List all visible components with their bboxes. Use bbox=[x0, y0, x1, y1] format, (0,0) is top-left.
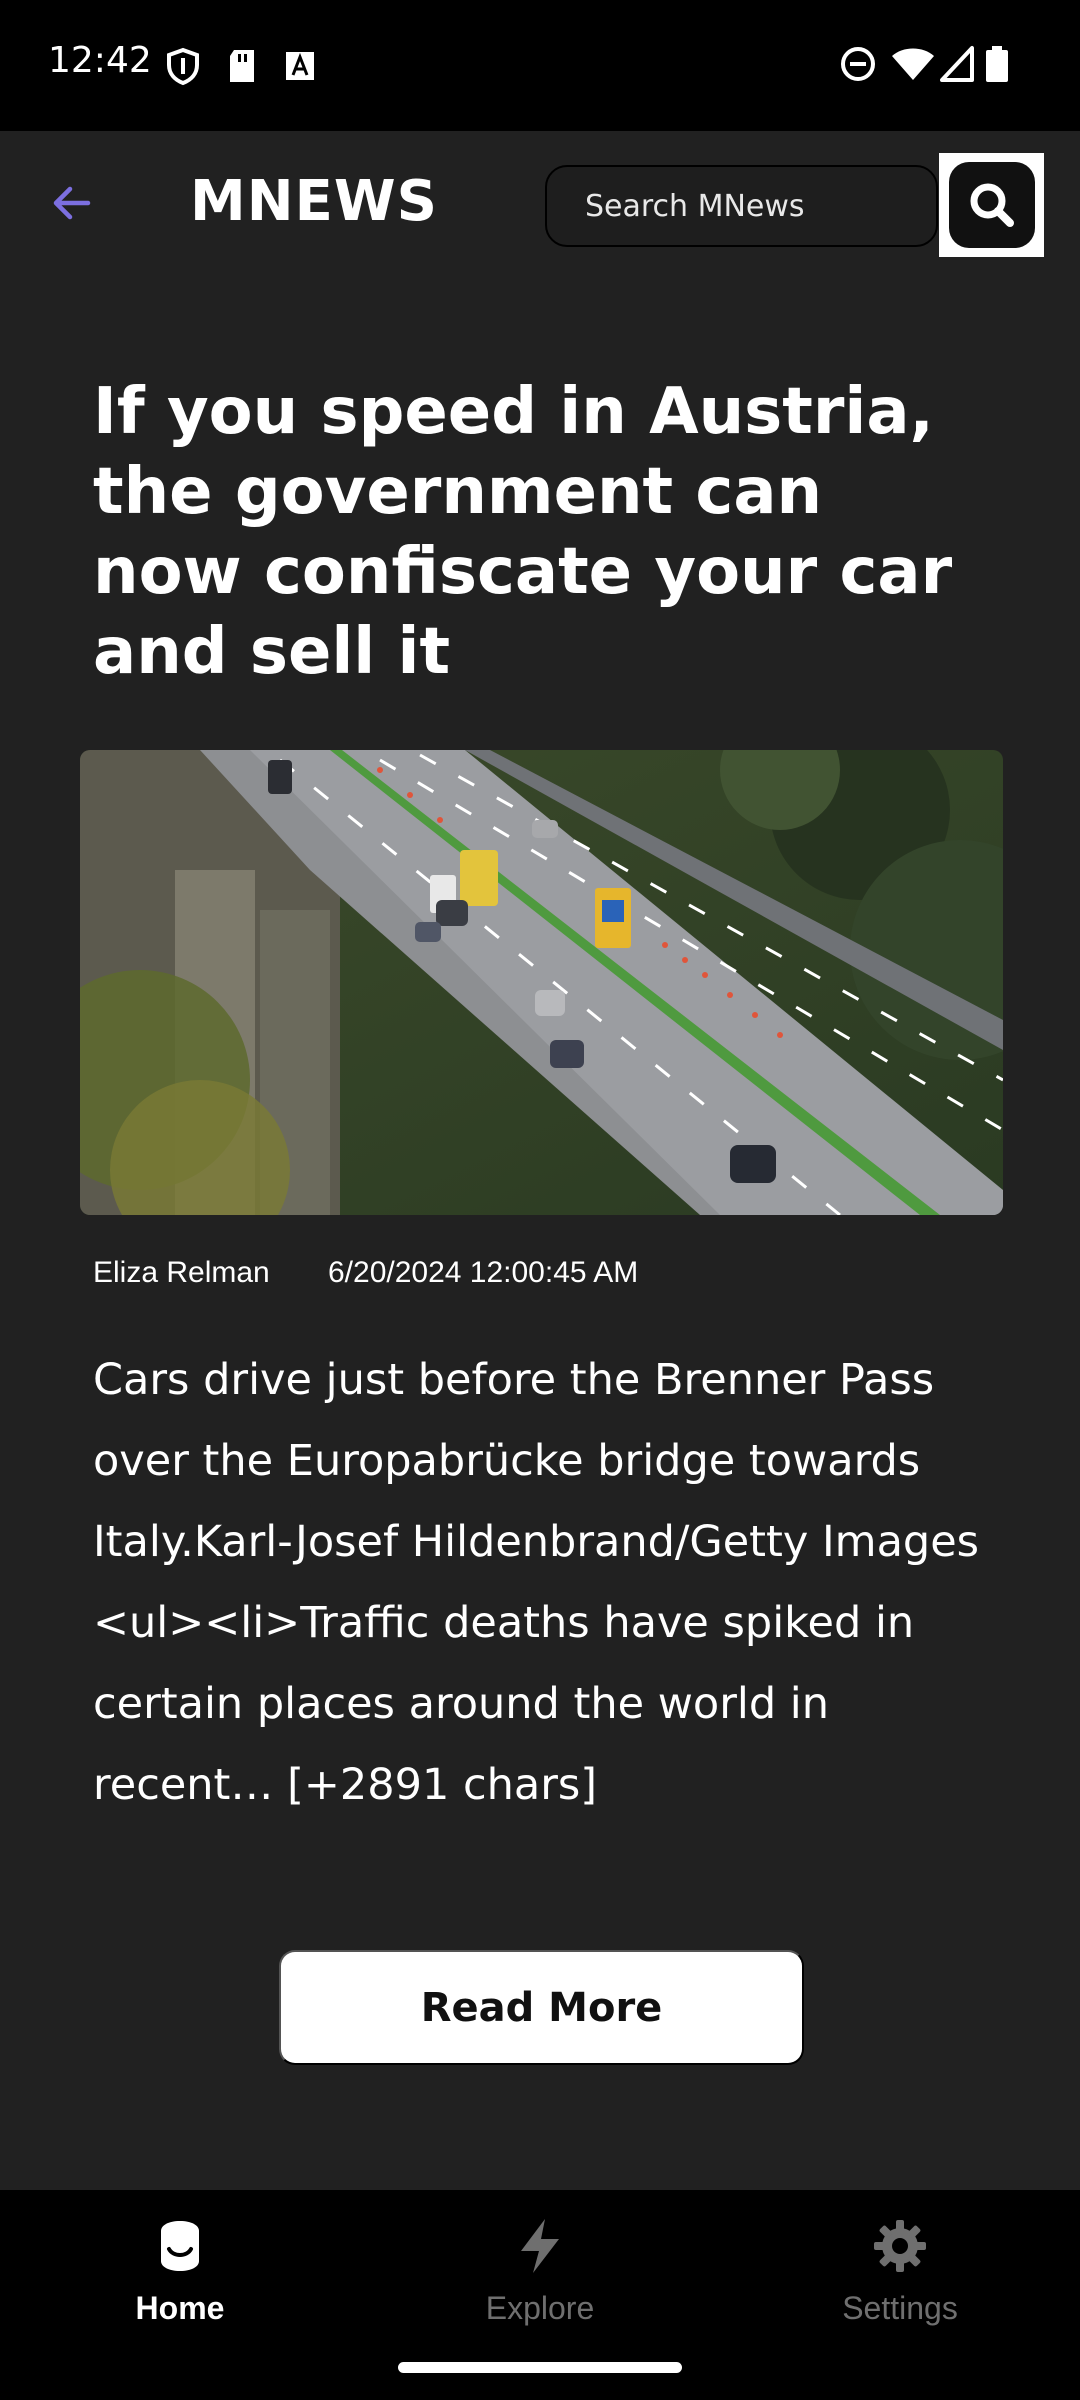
nav-item-home[interactable]: Home bbox=[70, 2210, 290, 2350]
nav-item-explore[interactable]: Explore bbox=[430, 2210, 650, 2350]
article-image bbox=[80, 750, 1003, 1215]
nav-label-home: Home bbox=[135, 2290, 225, 2326]
gear-icon bbox=[870, 2216, 930, 2276]
nav-label-settings: Settings bbox=[842, 2290, 958, 2326]
article-author: Eliza Relman bbox=[93, 1256, 270, 1289]
shield-icon bbox=[167, 47, 199, 86]
article-date: 6/20/2024 12:00:45 AM bbox=[328, 1256, 639, 1289]
home-icon bbox=[150, 2216, 210, 2276]
text-a-icon bbox=[286, 52, 314, 80]
nav-item-settings[interactable]: Settings bbox=[790, 2210, 1010, 2350]
do-not-disturb-icon bbox=[841, 47, 875, 81]
sd-card-icon bbox=[230, 50, 254, 82]
home-indicator[interactable] bbox=[398, 2362, 682, 2373]
brand-logo-text: MNEWS bbox=[190, 169, 438, 234]
status-bar: 12:42 bbox=[0, 0, 1080, 131]
arrow-back-icon bbox=[53, 186, 91, 220]
signal-icon bbox=[940, 46, 974, 82]
app-header: MNEWS bbox=[0, 131, 1080, 281]
nav-label-explore: Explore bbox=[485, 2290, 595, 2326]
wifi-icon bbox=[892, 48, 934, 80]
battery-icon bbox=[986, 46, 1008, 82]
lightning-icon bbox=[510, 2216, 570, 2276]
article-body: Cars drive just before the Brenner Pass … bbox=[93, 1355, 980, 1810]
status-time: 12:42 bbox=[48, 40, 152, 81]
search-icon bbox=[970, 183, 1014, 227]
highway-bridge-photo bbox=[80, 750, 1003, 1215]
article-title: If you speed in Austria, the government … bbox=[93, 375, 953, 689]
search-button[interactable] bbox=[939, 153, 1044, 257]
back-button[interactable] bbox=[40, 171, 104, 235]
read-more-button[interactable]: Read More bbox=[279, 1950, 804, 2065]
search-input[interactable] bbox=[545, 165, 938, 247]
